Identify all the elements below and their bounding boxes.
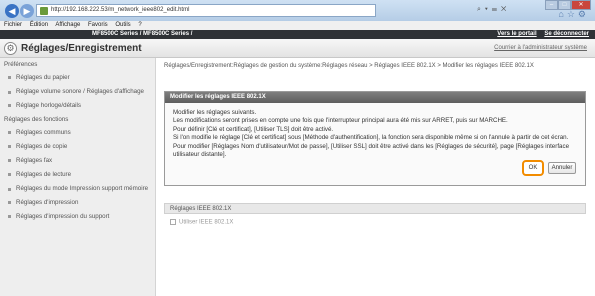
browser-icons: ⌂☆⚙	[558, 9, 589, 20]
checkbox-label: Utiliser IEEE 802.1X	[179, 219, 234, 226]
dialog-line: Pour définir [Clé et certificat], [Utili…	[173, 125, 334, 133]
address-url: http://192.168.222.53/m_network_ieee802_…	[51, 7, 190, 13]
header-links: Vers le portail Se déconnecter	[491, 30, 589, 39]
settings-gear-icon[interactable]: ⚙	[578, 9, 589, 19]
sidebar-item-label: Réglages de copie	[16, 143, 68, 150]
bullet-icon	[8, 188, 11, 191]
bullet-icon	[8, 130, 11, 134]
bullet-icon	[8, 103, 11, 107]
browser-toolbar: ◀ ▶ http://192.168.222.53/m_network_ieee…	[0, 0, 595, 21]
menu-tools[interactable]: Outils	[115, 22, 130, 28]
sidebar-item-label: Réglage horloge/détails	[16, 102, 82, 109]
menu-view[interactable]: Affichage	[55, 22, 80, 28]
sidebar-item-volume-display[interactable]: Réglage volume sonore / Réglages d'affic…	[0, 85, 155, 99]
bullet-icon	[8, 214, 11, 218]
sidebar-item-print-media[interactable]: Réglages d'impression du support	[0, 210, 155, 224]
sidebar-item-print[interactable]: Réglages d'impression	[0, 196, 155, 210]
menu-favorites[interactable]: Favoris	[88, 22, 108, 28]
bullet-icon	[8, 200, 11, 204]
sidebar-item-scan[interactable]: Réglages de lecture	[0, 168, 155, 182]
sidebar-item-copy[interactable]: Réglages de copie	[0, 140, 155, 154]
page-title: Réglages/Enregistrement	[21, 43, 142, 54]
menu-edit[interactable]: Édition	[30, 22, 48, 28]
sidebar-item-fax[interactable]: Réglages fax	[0, 154, 155, 168]
sidebar-item-label: Réglages d'impression	[16, 199, 79, 206]
minimize-icon[interactable]: –	[545, 0, 558, 10]
dialog-line: Les modifications seront prises en compt…	[173, 117, 508, 125]
address-tools[interactable]: ⌕ ▾ ☰ ✕	[477, 6, 507, 14]
main-content: Réglages/Enregistrement:Réglages de gest…	[164, 58, 591, 296]
sidebar-heading-functions: Réglages des fonctions	[4, 116, 69, 123]
forward-arrow-icon[interactable]: ▶	[20, 4, 34, 18]
settings-icon: ⚙	[4, 42, 17, 55]
checkbox[interactable]	[170, 219, 176, 225]
bullet-icon	[8, 91, 11, 94]
sidebar-item-label: Réglages du mode Impression support mémo…	[16, 185, 149, 192]
bullet-icon	[8, 158, 11, 162]
favorites-star-icon[interactable]: ☆	[567, 9, 578, 19]
menu-file[interactable]: Fichier	[4, 22, 22, 28]
bullet-icon	[8, 75, 11, 79]
sidebar-item-label: Réglages fax	[16, 157, 53, 164]
ok-button[interactable]: OK	[522, 160, 544, 176]
cancel-button[interactable]: Annuler	[548, 162, 576, 174]
device-model: MF8500C Series / MF8500C Series /	[92, 31, 193, 37]
breadcrumb: Réglages/Enregistrement:Réglages de gest…	[164, 63, 534, 69]
dialog-line: Modifier les réglages suivants.	[173, 109, 257, 116]
sidebar-item-common[interactable]: Réglages communs	[0, 126, 155, 140]
bullet-icon	[8, 144, 11, 148]
logout-link[interactable]: Se déconnecter	[544, 31, 589, 37]
dialog-body: Modifier les réglages suivants. Les modi…	[165, 103, 585, 165]
sidebar: Préférences Réglages du papier Réglage v…	[0, 58, 156, 296]
section-header: Réglages IEEE 802.1X	[164, 203, 586, 214]
sidebar-item-label: Réglages d'impression du support	[16, 213, 110, 220]
sidebar-heading-preferences: Préférences	[4, 61, 38, 68]
menu-bar: Fichier Édition Affichage Favoris Outils…	[0, 21, 595, 30]
sidebar-item-label: Réglages de lecture	[16, 171, 72, 178]
use-ieee-checkbox-row[interactable]: Utiliser IEEE 802.1X	[170, 219, 233, 226]
home-icon[interactable]: ⌂	[558, 9, 566, 19]
page-header: ⚙ Réglages/Enregistrement Courrier à l'a…	[0, 39, 595, 58]
screen: ◀ ▶ http://192.168.222.53/m_network_ieee…	[0, 0, 595, 296]
dialog-line: Pour modifier [Réglages Nom d'utilisateu…	[173, 142, 570, 159]
sidebar-item-label: Réglage volume sonore / Réglages d'affic…	[16, 88, 144, 95]
device-header: MF8500C Series / MF8500C Series / Vers l…	[0, 30, 595, 39]
sidebar-item-label: Réglages communs	[16, 129, 71, 136]
sidebar-item-memory-media[interactable]: Réglages du mode Impression support mémo…	[0, 182, 155, 196]
favicon-icon	[40, 7, 48, 15]
bullet-icon	[8, 172, 11, 176]
admin-mail-link[interactable]: Courrier à l'administrateur système	[494, 45, 587, 51]
address-bar[interactable]: http://192.168.222.53/m_network_ieee802_…	[36, 4, 376, 17]
sidebar-item-label: Réglages du papier	[16, 74, 70, 81]
sidebar-item-paper[interactable]: Réglages du papier	[0, 71, 155, 85]
sidebar-item-clock[interactable]: Réglage horloge/détails	[0, 99, 155, 113]
portal-link[interactable]: Vers le portail	[497, 31, 536, 37]
dialog-line: Si l'on modifie le réglage [Clé et certi…	[173, 134, 569, 142]
menu-help[interactable]: ?	[138, 22, 141, 28]
dialog-title: Modifier les réglages IEEE 802.1X	[165, 92, 585, 103]
back-arrow-icon[interactable]: ◀	[5, 4, 19, 18]
